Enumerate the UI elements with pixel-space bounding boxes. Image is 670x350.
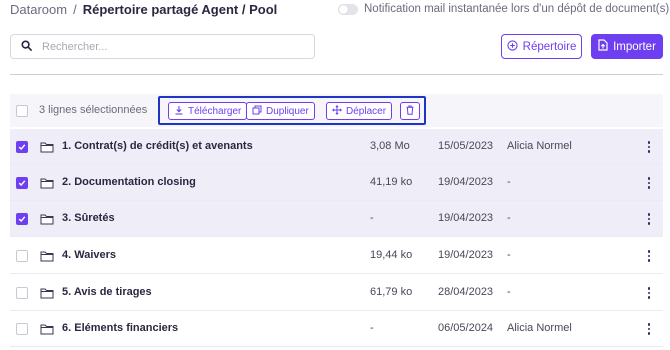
trash-icon [405,105,415,118]
bulk-actions-group: Télécharger Dupliquer Déplacer [158,96,426,125]
more-options-icon[interactable] [644,249,654,263]
row-name[interactable]: 1. Contrat(s) de crédit(s) et avenants [62,140,253,152]
move-icon [332,104,342,118]
folder-icon [40,140,54,158]
row-owner: Alicia Normel [507,140,572,152]
notification-setting: Notification mail instantanée lors d'un … [338,3,669,15]
row-date: 19/04/2023 [438,176,494,188]
table-row[interactable]: 6. Eléments financiers - 06/05/2024 Alic… [10,311,663,347]
row-owner: - [507,176,511,188]
import-label: Importer [613,40,656,53]
folder-icon [40,212,54,230]
row-date: 15/05/2023 [438,140,494,152]
row-date: 28/04/2023 [438,286,494,298]
row-size: 19,44 ko [370,249,413,261]
folder-icon [40,286,54,304]
page-title: Répertoire partagé Agent / Pool [82,2,278,17]
more-options-icon[interactable] [644,140,654,154]
duplicate-button[interactable]: Dupliquer [246,102,315,120]
row-owner: - [507,286,511,298]
selection-count: 3 lignes sélectionnées [39,104,148,116]
row-size: 61,79 ko [370,286,413,298]
row-name[interactable]: 3. Sûretés [62,212,115,224]
delete-button[interactable] [400,102,420,120]
duplicate-icon [252,105,262,118]
new-folder-button[interactable]: Répertoire [501,34,582,59]
breadcrumb: Dataroom / Répertoire partagé Agent / Po… [10,2,277,17]
row-checkbox[interactable] [16,250,28,262]
breadcrumb-root-link[interactable]: Dataroom [10,2,67,17]
more-options-icon[interactable] [644,322,654,336]
table-row[interactable]: 3. Sûretés - 19/04/2023 - [10,201,663,237]
table-row[interactable]: 5. Avis de tirages 61,79 ko 28/04/2023 - [10,275,663,311]
download-label: Télécharger [188,105,242,117]
table-row[interactable]: 2. Documentation closing 41,19 ko 19/04/… [10,165,663,201]
move-label: Déplacer [346,105,387,117]
row-size: 3,08 Mo [370,140,410,152]
row-checkbox[interactable] [16,177,28,189]
row-name[interactable]: 5. Avis de tirages [62,286,152,298]
plus-circle-icon [507,39,518,54]
row-size: - [370,212,374,224]
file-upload-icon [598,39,608,54]
row-name[interactable]: 2. Documentation closing [62,176,196,188]
search-icon [21,38,32,56]
notification-label: Notification mail instantanée lors d'un … [364,3,670,15]
new-folder-label: Répertoire [522,40,577,53]
folder-icon [40,322,54,340]
row-size: 41,19 ko [370,176,413,188]
table-row[interactable]: 1. Contrat(s) de crédit(s) et avenants 3… [10,129,663,165]
breadcrumb-separator: / [73,2,77,17]
duplicate-label: Dupliquer [266,105,309,117]
select-all-checkbox[interactable] [16,105,28,117]
move-button[interactable]: Déplacer [326,102,393,120]
row-name[interactable]: 4. Waivers [62,249,116,261]
row-date: 19/04/2023 [438,249,494,261]
row-checkbox[interactable] [16,213,28,225]
selection-toolbar: 3 lignes sélectionnées Télécharger Dupli… [10,94,663,127]
row-checkbox[interactable] [16,323,28,335]
import-button[interactable]: Importer [591,34,663,59]
folder-icon [40,249,54,267]
row-owner: - [507,212,511,224]
table-row[interactable]: 4. Waivers 19,44 ko 19/04/2023 - [10,238,663,274]
row-name[interactable]: 6. Eléments financiers [62,322,178,334]
row-checkbox[interactable] [16,287,28,299]
download-button[interactable]: Télécharger [168,102,248,120]
section-divider [10,74,663,75]
more-options-icon[interactable] [644,176,654,190]
folder-icon [40,176,54,194]
row-date: 06/05/2024 [438,322,494,334]
notification-toggle[interactable] [338,3,358,15]
download-icon [174,105,184,118]
row-date: 19/04/2023 [438,212,494,224]
search-box [10,34,315,59]
search-input[interactable] [42,40,282,53]
more-options-icon[interactable] [644,212,654,226]
row-checkbox[interactable] [16,141,28,153]
row-owner: - [507,249,511,261]
row-size: - [370,322,374,334]
row-owner: Alicia Normel [507,322,572,334]
more-options-icon[interactable] [644,286,654,300]
